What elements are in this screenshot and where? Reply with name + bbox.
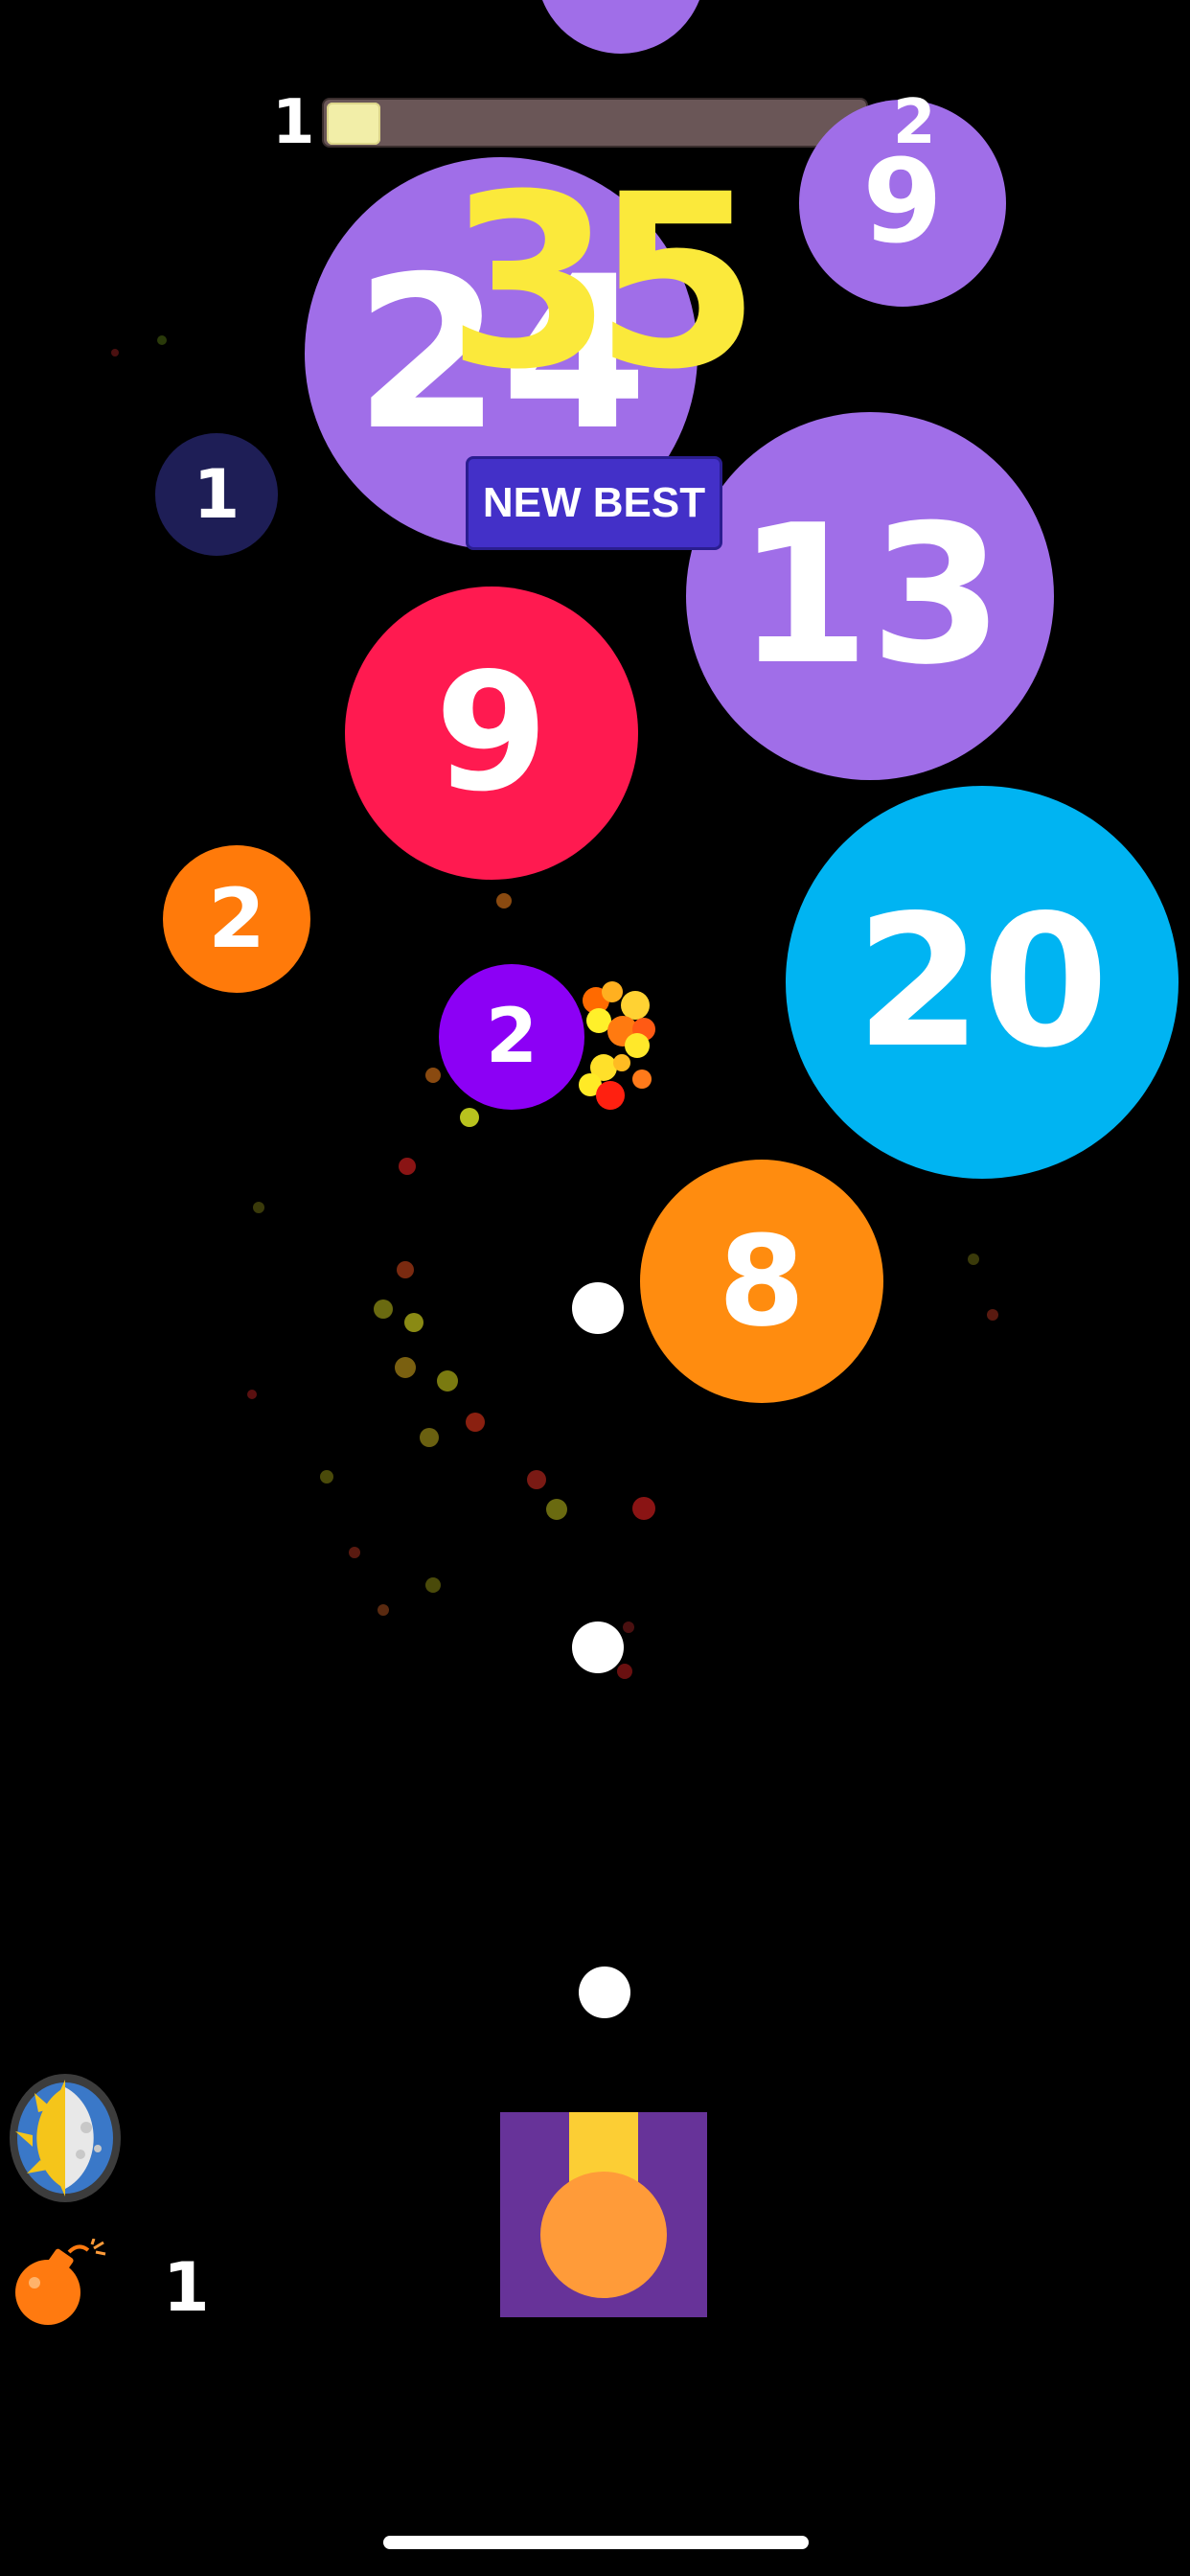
bullet xyxy=(572,1622,624,1673)
ball: 8 xyxy=(640,1160,883,1403)
ball: 2 xyxy=(163,845,310,993)
ball-value: 20 xyxy=(855,876,1110,1088)
bullet xyxy=(579,1966,630,2018)
ball: 2 xyxy=(439,964,584,1110)
ball-value: 9 xyxy=(434,638,549,828)
ball: 1 xyxy=(155,433,278,556)
cannon-ball xyxy=(540,2172,667,2298)
ball: 9 xyxy=(345,586,638,880)
ball-value: 8 xyxy=(718,1208,806,1354)
ball-value: 1 xyxy=(193,455,240,534)
day-night-icon[interactable] xyxy=(10,2074,121,2202)
ball: 20 xyxy=(786,786,1179,1179)
new-best-badge: NEW BEST xyxy=(466,456,722,550)
level-progress-bar xyxy=(322,98,868,148)
bomb-icon[interactable] xyxy=(11,2238,107,2327)
ball-value: 9 xyxy=(862,136,943,269)
ball-value: 2 xyxy=(485,994,538,1080)
level-current: 1 xyxy=(272,87,315,158)
bullet xyxy=(572,1282,624,1334)
score: 35 xyxy=(446,143,761,422)
cannon[interactable] xyxy=(500,2112,707,2317)
ball-offscreen-top xyxy=(537,0,705,54)
level-progress-fill xyxy=(327,103,380,145)
ball-value: 13 xyxy=(736,484,1004,707)
ball-value: 2 xyxy=(208,871,265,967)
level-next: 2 xyxy=(893,87,936,158)
ball: 13 xyxy=(686,412,1054,780)
bomb-count: 1 xyxy=(163,2248,210,2327)
home-indicator[interactable] xyxy=(383,2536,809,2549)
